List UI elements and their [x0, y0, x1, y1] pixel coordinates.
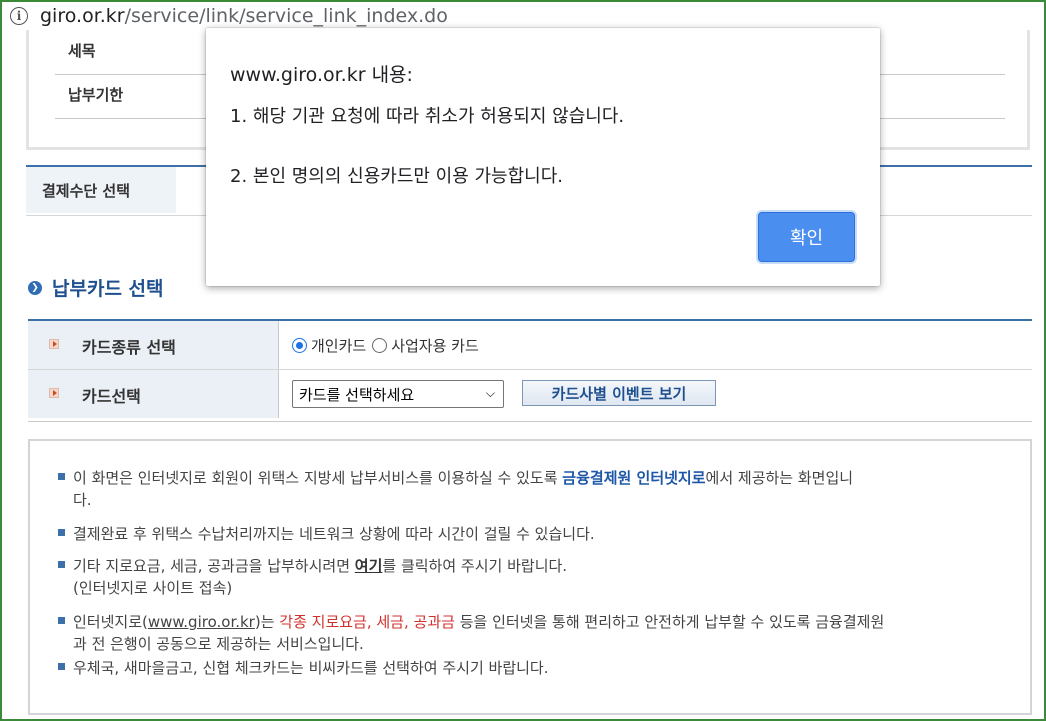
notice-text: (인터넷지로 사이트 접속) — [73, 579, 233, 597]
dialog-message-1: 1. 해당 기관 요청에 따라 취소가 허용되지 않습니다. — [230, 106, 625, 127]
url-text[interactable]: giro.or.kr/service/link/service_link_ind… — [40, 5, 448, 27]
notice-text: 인터넷지로( — [73, 613, 148, 631]
notice-text: )는 — [254, 613, 280, 631]
section-title: ❯ 납부카드 선택 — [28, 274, 164, 301]
notice-text: 이 화면은 인터넷지로 회원이 위택스 지방세 납부서비스를 이용하실 수 있도… — [73, 469, 563, 487]
notice-box: 이 화면은 인터넷지로 회원이 위택스 지방세 납부서비스를 이용하실 수 있도… — [28, 439, 1032, 715]
radio-business-label[interactable]: 사업자용 카드 — [391, 335, 479, 356]
payment-method-label: 결제수단 선택 — [26, 167, 176, 213]
arrow-bullet-icon — [49, 339, 59, 349]
radio-personal-card[interactable] — [292, 338, 307, 353]
notice-highlight-red: 각종 지로요금, 세금, 공과금 — [279, 613, 455, 631]
notice-text: 결제완료 후 위택스 수납처리까지는 네트워크 상황에 따라 시간이 걸릴 수 … — [73, 525, 595, 543]
square-bullet-icon — [58, 561, 65, 568]
notice-text: 에서 제공하는 화면입니 — [705, 469, 854, 487]
notice-item: 이 화면은 인터넷지로 회원이 위택스 지방세 납부서비스를 이용하실 수 있도… — [58, 467, 998, 511]
chevron-down-icon: ⌵ — [485, 386, 495, 400]
dialog-title: www.giro.or.kr 내용: — [230, 64, 413, 86]
card-selection-table: 카드종류 선택 개인카드 사업자용 카드 카드선택 카드를 선택하세요 ⌵ 카드… — [28, 319, 1032, 422]
card-select-row: 카드선택 카드를 선택하세요 ⌵ 카드사별 이벤트 보기 — [28, 370, 1032, 418]
url-path: /service/link/service_link_index.do — [124, 5, 448, 27]
notice-text: 등을 인터넷을 통해 편리하고 안전하게 납부할 수 있도록 금융결제원 — [454, 613, 885, 631]
card-type-label-cell: 카드종류 선택 — [28, 321, 279, 369]
card-type-radio-group: 개인카드 사업자용 카드 — [292, 335, 479, 356]
notice-item: 결제완료 후 위택스 수납처리까지는 네트워크 상황에 따라 시간이 걸릴 수 … — [58, 523, 998, 545]
dialog-message-2: 2. 본인 명의의 신용카드만 이용 가능합니다. — [230, 166, 564, 187]
card-type-row: 카드종류 선택 개인카드 사업자용 카드 — [28, 321, 1032, 370]
arrow-bullet-icon — [49, 388, 59, 398]
alert-dialog: www.giro.or.kr 내용: 1. 해당 기관 요청에 따라 취소가 허… — [206, 28, 880, 286]
summary-label-tax-item: 세목 — [68, 42, 96, 60]
page-frame: i giro.or.kr/service/link/service_link_i… — [0, 0, 1046, 721]
chevron-right-icon: ❯ — [28, 280, 42, 295]
summary-label-due-date: 납부기한 — [68, 86, 124, 104]
square-bullet-icon — [58, 473, 65, 480]
card-select-dropdown[interactable]: 카드를 선택하세요 ⌵ — [292, 380, 504, 408]
card-type-label: 카드종류 선택 — [82, 338, 176, 357]
here-link[interactable]: 여기 — [355, 557, 383, 575]
giro-site-link[interactable]: www.giro.or.kr — [148, 613, 255, 631]
card-event-button[interactable]: 카드사별 이벤트 보기 — [522, 380, 716, 406]
notice-text: 다. — [73, 491, 92, 509]
dialog-ok-button[interactable]: 확인 — [758, 212, 855, 262]
square-bullet-icon — [58, 663, 65, 670]
section-title-text: 납부카드 선택 — [52, 278, 164, 300]
card-select-value: 카드를 선택하세요 — [299, 385, 415, 404]
notice-text: 우체국, 새마을금고, 신협 체크카드는 비씨카드를 선택하여 주시기 바랍니다… — [73, 659, 549, 677]
address-bar[interactable]: i giro.or.kr/service/link/service_link_i… — [2, 2, 1044, 30]
card-select-label: 카드선택 — [82, 387, 141, 406]
notice-text: 기타 지로요금, 세금, 공과금을 납부하시려면 — [73, 557, 355, 575]
notice-text: 를 클릭하여 주시기 바랍니다. — [382, 557, 568, 575]
notice-highlight: 금융결제원 인터넷지로 — [562, 469, 706, 487]
url-host: giro.or.kr — [40, 5, 125, 27]
notice-item: 기타 지로요금, 세금, 공과금을 납부하시려면 여기를 클릭하여 주시기 바랍… — [58, 555, 998, 599]
radio-business-card[interactable] — [372, 338, 388, 353]
card-select-label-cell: 카드선택 — [28, 370, 279, 418]
info-icon[interactable]: i — [10, 7, 28, 25]
notice-item: 우체국, 새마을금고, 신협 체크카드는 비씨카드를 선택하여 주시기 바랍니다… — [58, 657, 998, 679]
notice-item: 인터넷지로(www.giro.or.kr)는 각종 지로요금, 세금, 공과금 … — [58, 611, 998, 655]
square-bullet-icon — [58, 617, 65, 624]
radio-personal-label[interactable]: 개인카드 — [311, 335, 366, 356]
notice-text: 과 전 은행이 공동으로 제공하는 서비스입니다. — [73, 635, 364, 653]
square-bullet-icon — [58, 529, 65, 536]
